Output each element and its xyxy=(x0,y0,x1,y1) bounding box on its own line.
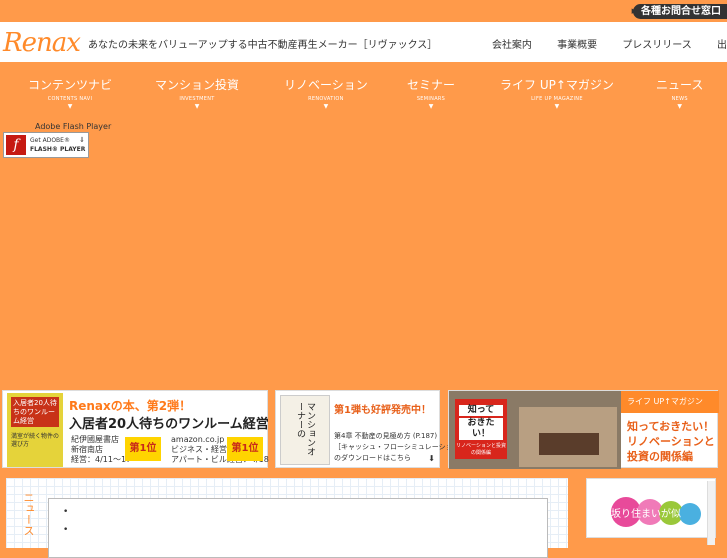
headline-line: 知っておきたい！ xyxy=(627,420,715,433)
rank-badge: 第1位 xyxy=(227,437,263,461)
header-link-business[interactable]: 事業概要 xyxy=(557,40,597,51)
magazine-banner[interactable]: 知って おきたい！ リノベーションと投資の関係編 ライフ UP↑マガジン 知って… xyxy=(448,390,719,469)
side-scrollbar[interactable] xyxy=(707,481,715,545)
nav-label: コンテンツナビ xyxy=(28,78,113,92)
get-flash-player-button[interactable]: f Get ADOBE® FLASH® PLAYER ⇓ xyxy=(3,132,89,158)
bubble-shape xyxy=(679,503,701,525)
nav-sublabel: CONTENTS NAVI xyxy=(47,96,93,102)
first-book-banner[interactable]: マンションオーナーの 第1弾も好評発売中！ 第4章 不動産の見極め方 (P.18… xyxy=(275,390,467,468)
site-header: Renax あなたの未来をバリューアップする中古不動産再生メーカー［リヴァックス… xyxy=(0,22,727,62)
nav-arrow-icon: ▼ xyxy=(67,103,73,110)
sign-text: 知って xyxy=(459,405,503,416)
nav-sublabel: RENOVATION xyxy=(308,96,344,102)
news-item[interactable] xyxy=(63,507,547,517)
banner-text-line: ［キャッシュ・フローシミュレーション］ xyxy=(334,443,467,451)
book-cover-subtitle: 満室が続く物件の選び方 xyxy=(11,433,60,448)
nav-arrow-icon: ▼ xyxy=(554,103,560,110)
magazine-photo: 知って おきたい！ リノベーションと投資の関係編 xyxy=(449,391,621,469)
nav-label: ニュース xyxy=(656,78,704,92)
nav-arrow-icon: ▼ xyxy=(323,103,329,110)
nav-label: セミナー xyxy=(407,78,456,92)
side-banner-text: 坂り住まいが似 xyxy=(611,509,681,520)
nav-label: ライフ UP↑マガジン xyxy=(500,78,614,92)
top-bar: ▶ 各種お問合せ窓口 xyxy=(0,0,727,22)
book-banner[interactable]: 入居者20人待ちのワンルーム経営 満室が続く物件の選び方 Renaxの本、第2弾… xyxy=(2,390,269,468)
store-detail: 経営：4/11〜17 xyxy=(71,455,132,464)
store-name: 紀伊國屋書店 xyxy=(71,435,119,444)
news-heading: ニュース xyxy=(22,492,35,536)
news-list xyxy=(48,498,548,558)
header-link-company[interactable]: 会社案内 xyxy=(492,40,532,51)
flash-player-text: FLASH® PLAYER xyxy=(30,146,86,153)
download-icon: ⬇ xyxy=(428,454,435,463)
nav-item-contents[interactable]: コンテンツナビ CONTENTS NAVI ▼ xyxy=(28,76,112,110)
download-icon: ⇓ xyxy=(79,136,85,144)
magazine-tag: ライフ UP↑マガジン xyxy=(621,391,719,413)
main-nav: コンテンツナビ CONTENTS NAVI ▼ マンション投資 INVESTME… xyxy=(0,62,727,110)
side-banner[interactable]: 坂り住まいが似 xyxy=(586,478,716,545)
nav-item-investment[interactable]: マンション投資 INVESTMENT ▼ xyxy=(155,76,239,110)
site-tagline: あなたの未来をバリューアップする中古不動産再生メーカー［リヴァックス］ xyxy=(88,40,438,51)
headline-line: リノベーションと xyxy=(627,435,715,448)
header-link-more[interactable]: 出 xyxy=(717,40,727,51)
book-cover-title: 入居者20人待ちのワンルーム経営 xyxy=(11,397,59,427)
book-cover-image: マンションオーナーの xyxy=(280,395,330,465)
nav-sublabel: LIFE UP MAGAZINE xyxy=(531,96,583,102)
nav-item-news[interactable]: ニュース NEWS ▼ xyxy=(656,76,703,110)
headline-line: 投資の関係編 xyxy=(627,450,693,463)
side-bubble-graphic: 坂り住まいが似 xyxy=(609,497,703,527)
banner-text-line: のダウンロードはこちら xyxy=(334,454,411,462)
flash-label: Adobe Flash Player xyxy=(35,122,112,131)
book-cover-image: 入居者20人待ちのワンルーム経営 満室が続く物件の選び方 xyxy=(7,393,63,467)
flash-icon: f xyxy=(6,135,26,155)
nav-sublabel: INVESTMENT xyxy=(179,96,215,102)
banner-text: 第4章 不動産の見極め方 (P.187) ［キャッシュ・フローシミュレーション］… xyxy=(334,431,467,464)
magazine-sign: 知って おきたい！ リノベーションと投資の関係編 xyxy=(455,399,507,459)
nav-item-magazine[interactable]: ライフ UP↑マガジン LIFE UP MAGAZINE ▼ xyxy=(500,76,614,110)
news-item[interactable] xyxy=(63,525,547,535)
flash-get-text: Get ADOBE® xyxy=(30,137,70,144)
nav-item-seminars[interactable]: セミナー SEMINARS ▼ xyxy=(407,76,455,110)
banner-headline: 入居者20人待ちのワンルーム経営 xyxy=(69,417,269,432)
nav-sublabel: SEMINARS xyxy=(416,96,446,102)
lower-section: ニュース 坂り住まいが似 xyxy=(0,476,727,558)
banner-row: 入居者20人待ちのワンルーム経営 満室が続く物件の選び方 Renaxの本、第2弾… xyxy=(0,388,727,470)
nav-arrow-icon: ▼ xyxy=(194,103,200,110)
sign-text: おきたい！ xyxy=(459,418,503,440)
nav-sublabel: NEWS xyxy=(671,96,688,102)
banner-title: Renaxの本、第2弾！ xyxy=(69,399,192,413)
book-cover-title: マンションオーナーの xyxy=(295,402,315,456)
room-counter-image xyxy=(539,433,599,455)
header-link-press[interactable]: プレスリリース xyxy=(622,40,692,51)
rank-badge: 第1位 xyxy=(125,437,161,461)
sign-subtext: リノベーションと投資の関係編 xyxy=(456,443,506,456)
contact-button[interactable]: 各種お問合せ窓口 xyxy=(633,4,727,19)
nav-label: リノベーション xyxy=(284,78,368,92)
site-logo[interactable]: Renax xyxy=(3,28,81,58)
store-kinokuniya: 紀伊國屋書店 新宿南店 経営：4/11〜17 xyxy=(71,435,131,465)
nav-label: マンション投資 xyxy=(155,78,240,92)
magazine-headline: 知っておきたい！ リノベーションと 投資の関係編 xyxy=(627,419,715,464)
nav-arrow-icon: ▼ xyxy=(677,103,683,110)
banner-headline: 第1弾も好評発売中！ xyxy=(334,405,431,416)
news-panel: ニュース xyxy=(6,478,568,558)
header-nav: 会社案内 事業概要 プレスリリース 出 xyxy=(470,36,727,51)
nav-item-renovation[interactable]: リノベーション RENOVATION ▼ xyxy=(284,76,368,110)
banner-text-line: 第4章 不動産の見極め方 (P.187) xyxy=(334,432,438,440)
nav-arrow-icon: ▼ xyxy=(428,103,434,110)
store-branch: 新宿南店 xyxy=(71,445,103,454)
